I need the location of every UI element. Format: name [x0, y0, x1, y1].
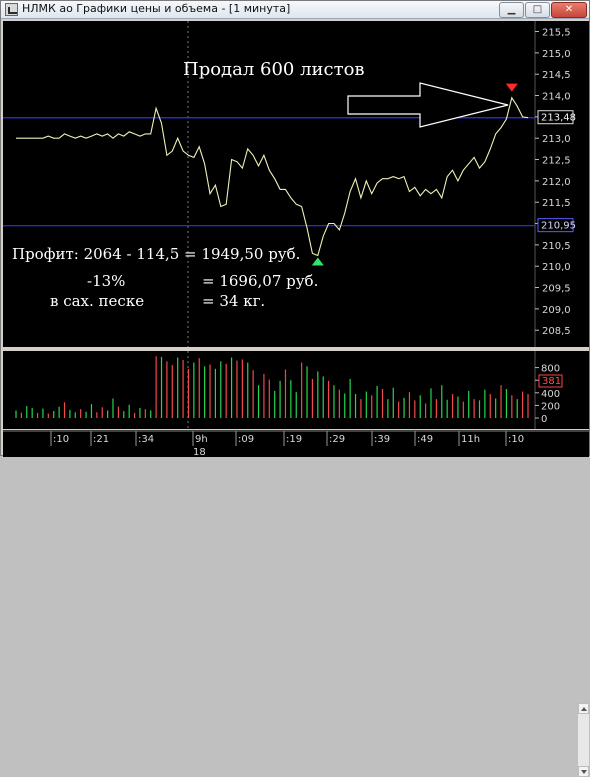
scroll-up-icon[interactable] — [578, 703, 589, 714]
volume-scrollbar[interactable] — [578, 703, 589, 777]
profit-line-1: Профит: 2064 - 114,5 = 1949,50 руб. — [12, 245, 300, 263]
price-axis-label-13: 209,0 — [542, 305, 571, 316]
time-axis: :10:21:34 9h:09:19:29:39:49 11h:1018 — [3, 430, 589, 458]
volume-axis-label-3: 200 — [541, 401, 560, 412]
price-axis-label-5: 213,0 — [542, 134, 571, 145]
price-axis-label-0: 215,5 — [542, 28, 571, 39]
time-axis-label-8: :49 — [417, 434, 433, 445]
volume-axis-label-4: 0 — [541, 414, 547, 425]
current-volume-value: 381 — [542, 376, 561, 387]
price-axis-label-6: 212,5 — [542, 156, 571, 167]
maximize-button[interactable]: □ — [525, 2, 550, 18]
profit-line-2-value: = 1696,07 руб. — [202, 272, 318, 290]
volume-axis-label-0: 800 — [541, 364, 560, 375]
chart-app-icon — [5, 3, 18, 16]
time-axis-label-4: :09 — [238, 434, 254, 445]
title-bar[interactable]: НЛМК ао Графики цены и объема - [1 минут… — [1, 1, 589, 19]
chart-window: НЛМК ао Графики цены и объема - [1 минут… — [0, 0, 590, 777]
price-axis-label-14: 208,5 — [542, 326, 571, 337]
current-price-value: 213,48 — [541, 113, 576, 124]
price-axis-label-7: 212,0 — [542, 177, 571, 188]
time-axis-label-2: :34 — [138, 434, 154, 445]
marked-price-value: 210,95 — [541, 221, 576, 232]
time-axis-label-9: 11h — [461, 434, 480, 445]
scroll-down-icon[interactable] — [578, 766, 589, 777]
time-axis-panel: :10:21:34 9h:09:19:29:39:49 11h:10 18 — [3, 430, 589, 458]
price-axis-label-12: 209,5 — [542, 284, 571, 295]
time-axis-label-7: :39 — [374, 434, 390, 445]
profit-line-3-label: в сах. песке — [50, 292, 144, 310]
price-chart: 215,5215,0214,5214,0213,5213,0212,5212,0… — [3, 21, 589, 347]
volume-axis-label-2: 400 — [541, 389, 560, 400]
volume-chart: 8006004002000381 — [3, 351, 589, 429]
time-axis-label-3: 9h — [195, 434, 208, 445]
profit-line-2-label: -13% — [87, 272, 125, 290]
window-title: НЛМК ао Графики цены и объема - [1 минут… — [22, 2, 291, 15]
price-axis-label-3: 214,0 — [542, 92, 571, 103]
minimize-button[interactable]: ▁ — [499, 2, 524, 18]
time-axis-label-1: :21 — [93, 434, 109, 445]
price-axis-label-10: 210,5 — [542, 241, 571, 252]
time-axis-label-10: :10 — [508, 434, 524, 445]
time-axis-label-0: :10 — [53, 434, 69, 445]
volume-chart-panel: 8006004002000381 — [3, 351, 589, 777]
time-axis-label-6: :29 — [329, 434, 345, 445]
time-axis-label-5: :19 — [286, 434, 302, 445]
close-button[interactable]: ✕ — [551, 2, 587, 18]
price-chart-panel: 215,5215,0214,5214,0213,5213,0212,5212,0… — [3, 21, 589, 347]
price-axis-label-11: 210,0 — [542, 262, 571, 273]
price-axis-label-8: 211,5 — [542, 198, 571, 209]
profit-line-3-value: = 34 кг. — [202, 292, 265, 310]
price-axis-label-1: 215,0 — [542, 49, 571, 60]
price-axis-label-2: 214,5 — [542, 70, 571, 81]
sale-annotation: Продал 600 листов — [183, 59, 365, 80]
